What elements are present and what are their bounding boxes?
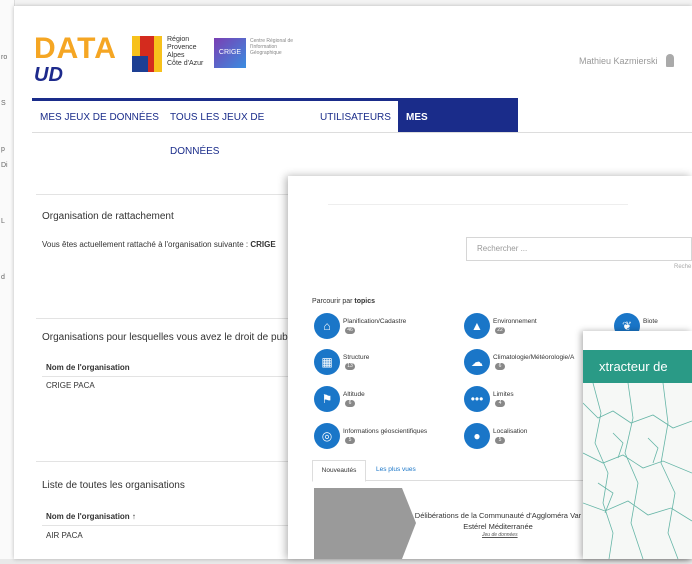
house-icon[interactable]: ⌂: [314, 313, 340, 339]
divider: [36, 194, 296, 195]
topic-count-badge: 5: [495, 437, 505, 444]
rattachement-label: Vous êtes actuellement rattaché à l'orga…: [42, 240, 251, 249]
topic-localisation-label[interactable]: Localisation: [493, 428, 527, 435]
all-orgs-row[interactable]: AIR PACA: [46, 531, 83, 540]
topics-title: Parcourir par topics: [312, 298, 375, 305]
topic-count-badge: 22: [495, 327, 505, 334]
edge-label: ro: [1, 54, 8, 61]
extracteur-map[interactable]: [582, 382, 692, 560]
topic-limites-label[interactable]: Limites: [493, 391, 514, 398]
edge-label: L: [1, 218, 5, 225]
all-orgs-col-header[interactable]: Nom de l'organisation ↑: [46, 512, 136, 521]
search-hint: Reche: [674, 264, 692, 270]
search-input[interactable]: Rechercher ...: [466, 237, 692, 261]
topic-count-badge: 46: [345, 327, 355, 334]
all-orgs-title: Liste de toutes les organisations: [42, 480, 185, 491]
extracteur-window: xtracteur de: [582, 331, 692, 560]
topic-count-badge: 6: [345, 400, 355, 407]
region-line: Alpes: [167, 52, 185, 59]
topic-climatologie-label[interactable]: Climatologie/Météorologie/A: [493, 354, 574, 361]
divider: [42, 376, 296, 377]
tab-nouveautes[interactable]: Nouveautés: [312, 460, 366, 482]
news-thumbnail[interactable]: [314, 488, 402, 559]
topic-count-badge: 4: [495, 400, 505, 407]
publish-title: Organisations pour lesquelles vous avez …: [42, 332, 302, 343]
crige-logo-text: Centre Régional de l'Information Géograp…: [250, 38, 294, 56]
edge-label: Di: [1, 162, 8, 169]
tab-mes-jeux-de-donnees[interactable]: MES JEUX DE DONNÉES: [32, 98, 167, 133]
map-boundaries: [582, 382, 692, 560]
news-type-link[interactable]: Jeu de données: [482, 532, 518, 538]
flag-icon[interactable]: ⚑: [314, 386, 340, 412]
topics-title-prefix: Parcourir par: [312, 298, 355, 305]
edge-label: d: [1, 274, 5, 281]
topic-count-badge: 6: [495, 363, 505, 370]
cloud-icon[interactable]: ☁: [464, 349, 490, 375]
tab-mes-organisations[interactable]: MES ORGANISATIONS: [398, 98, 518, 157]
topic-structure-label[interactable]: Structure: [343, 354, 369, 361]
datasud-logo-sud: UD: [34, 64, 63, 86]
edge-label: p: [1, 146, 5, 153]
publish-row[interactable]: CRIGE PACA: [46, 381, 95, 390]
front-topbar: [328, 196, 628, 205]
news-title[interactable]: Délibérations de la Communauté d'Agglomé…: [408, 510, 588, 532]
target-icon[interactable]: ◎: [314, 423, 340, 449]
edge-label: S: [1, 100, 6, 107]
extracteur-title: xtracteur de: [583, 350, 692, 383]
region-flag-icon: [132, 36, 162, 72]
topic-altitude-label[interactable]: Altitude: [343, 391, 365, 398]
region-line: Provence: [167, 44, 197, 51]
topic-planification-label[interactable]: Planification/Cadastre: [343, 318, 406, 325]
tree-icon[interactable]: ▲: [464, 313, 490, 339]
datasud-logo[interactable]: DATA: [34, 32, 117, 66]
topic-count-badge: 5: [345, 437, 355, 444]
topic-biote-label[interactable]: Biote: [643, 318, 658, 325]
building-icon[interactable]: ▦: [314, 349, 340, 375]
region-logo-text: Région Provence Alpes Côte d'Azur: [167, 36, 203, 68]
divider: [36, 461, 296, 462]
tab-plus-vues[interactable]: Les plus vues: [376, 460, 416, 480]
crige-logo: CRIGE: [214, 38, 246, 68]
divider: [42, 525, 296, 526]
rattachement-org: CRIGE: [250, 240, 276, 249]
rattachement-text: Vous êtes actuellement rattaché à l'orga…: [42, 240, 276, 249]
background-window-edge: ro S p Di L d: [0, 0, 15, 559]
nav-divider: [32, 132, 692, 133]
tab-utilisateurs[interactable]: UTILISATEURS: [312, 98, 398, 133]
topic-geoscience-label[interactable]: Informations géoscientifiques: [343, 428, 427, 435]
rattachement-title: Organisation de rattachement: [42, 211, 174, 222]
topic-count-badge: 13: [345, 363, 355, 370]
user-name[interactable]: Mathieu Kazmierski: [579, 56, 658, 66]
region-line: Côte d'Azur: [167, 60, 204, 67]
pin-icon[interactable]: ●: [464, 423, 490, 449]
publish-col-header: Nom de l'organisation: [46, 363, 130, 372]
user-icon[interactable]: [666, 54, 674, 67]
region-line: Région: [167, 36, 190, 43]
topic-environnement-label[interactable]: Environnement: [493, 318, 537, 325]
topics-title-bold: topics: [354, 298, 376, 305]
tab-tous-les-jeux-de-donnees[interactable]: TOUS LES JEUX DE DONNÉES: [162, 98, 312, 157]
divider: [36, 318, 296, 319]
edge-labels: ro S p Di L d: [1, 50, 13, 286]
dots-icon[interactable]: •••: [464, 386, 490, 412]
